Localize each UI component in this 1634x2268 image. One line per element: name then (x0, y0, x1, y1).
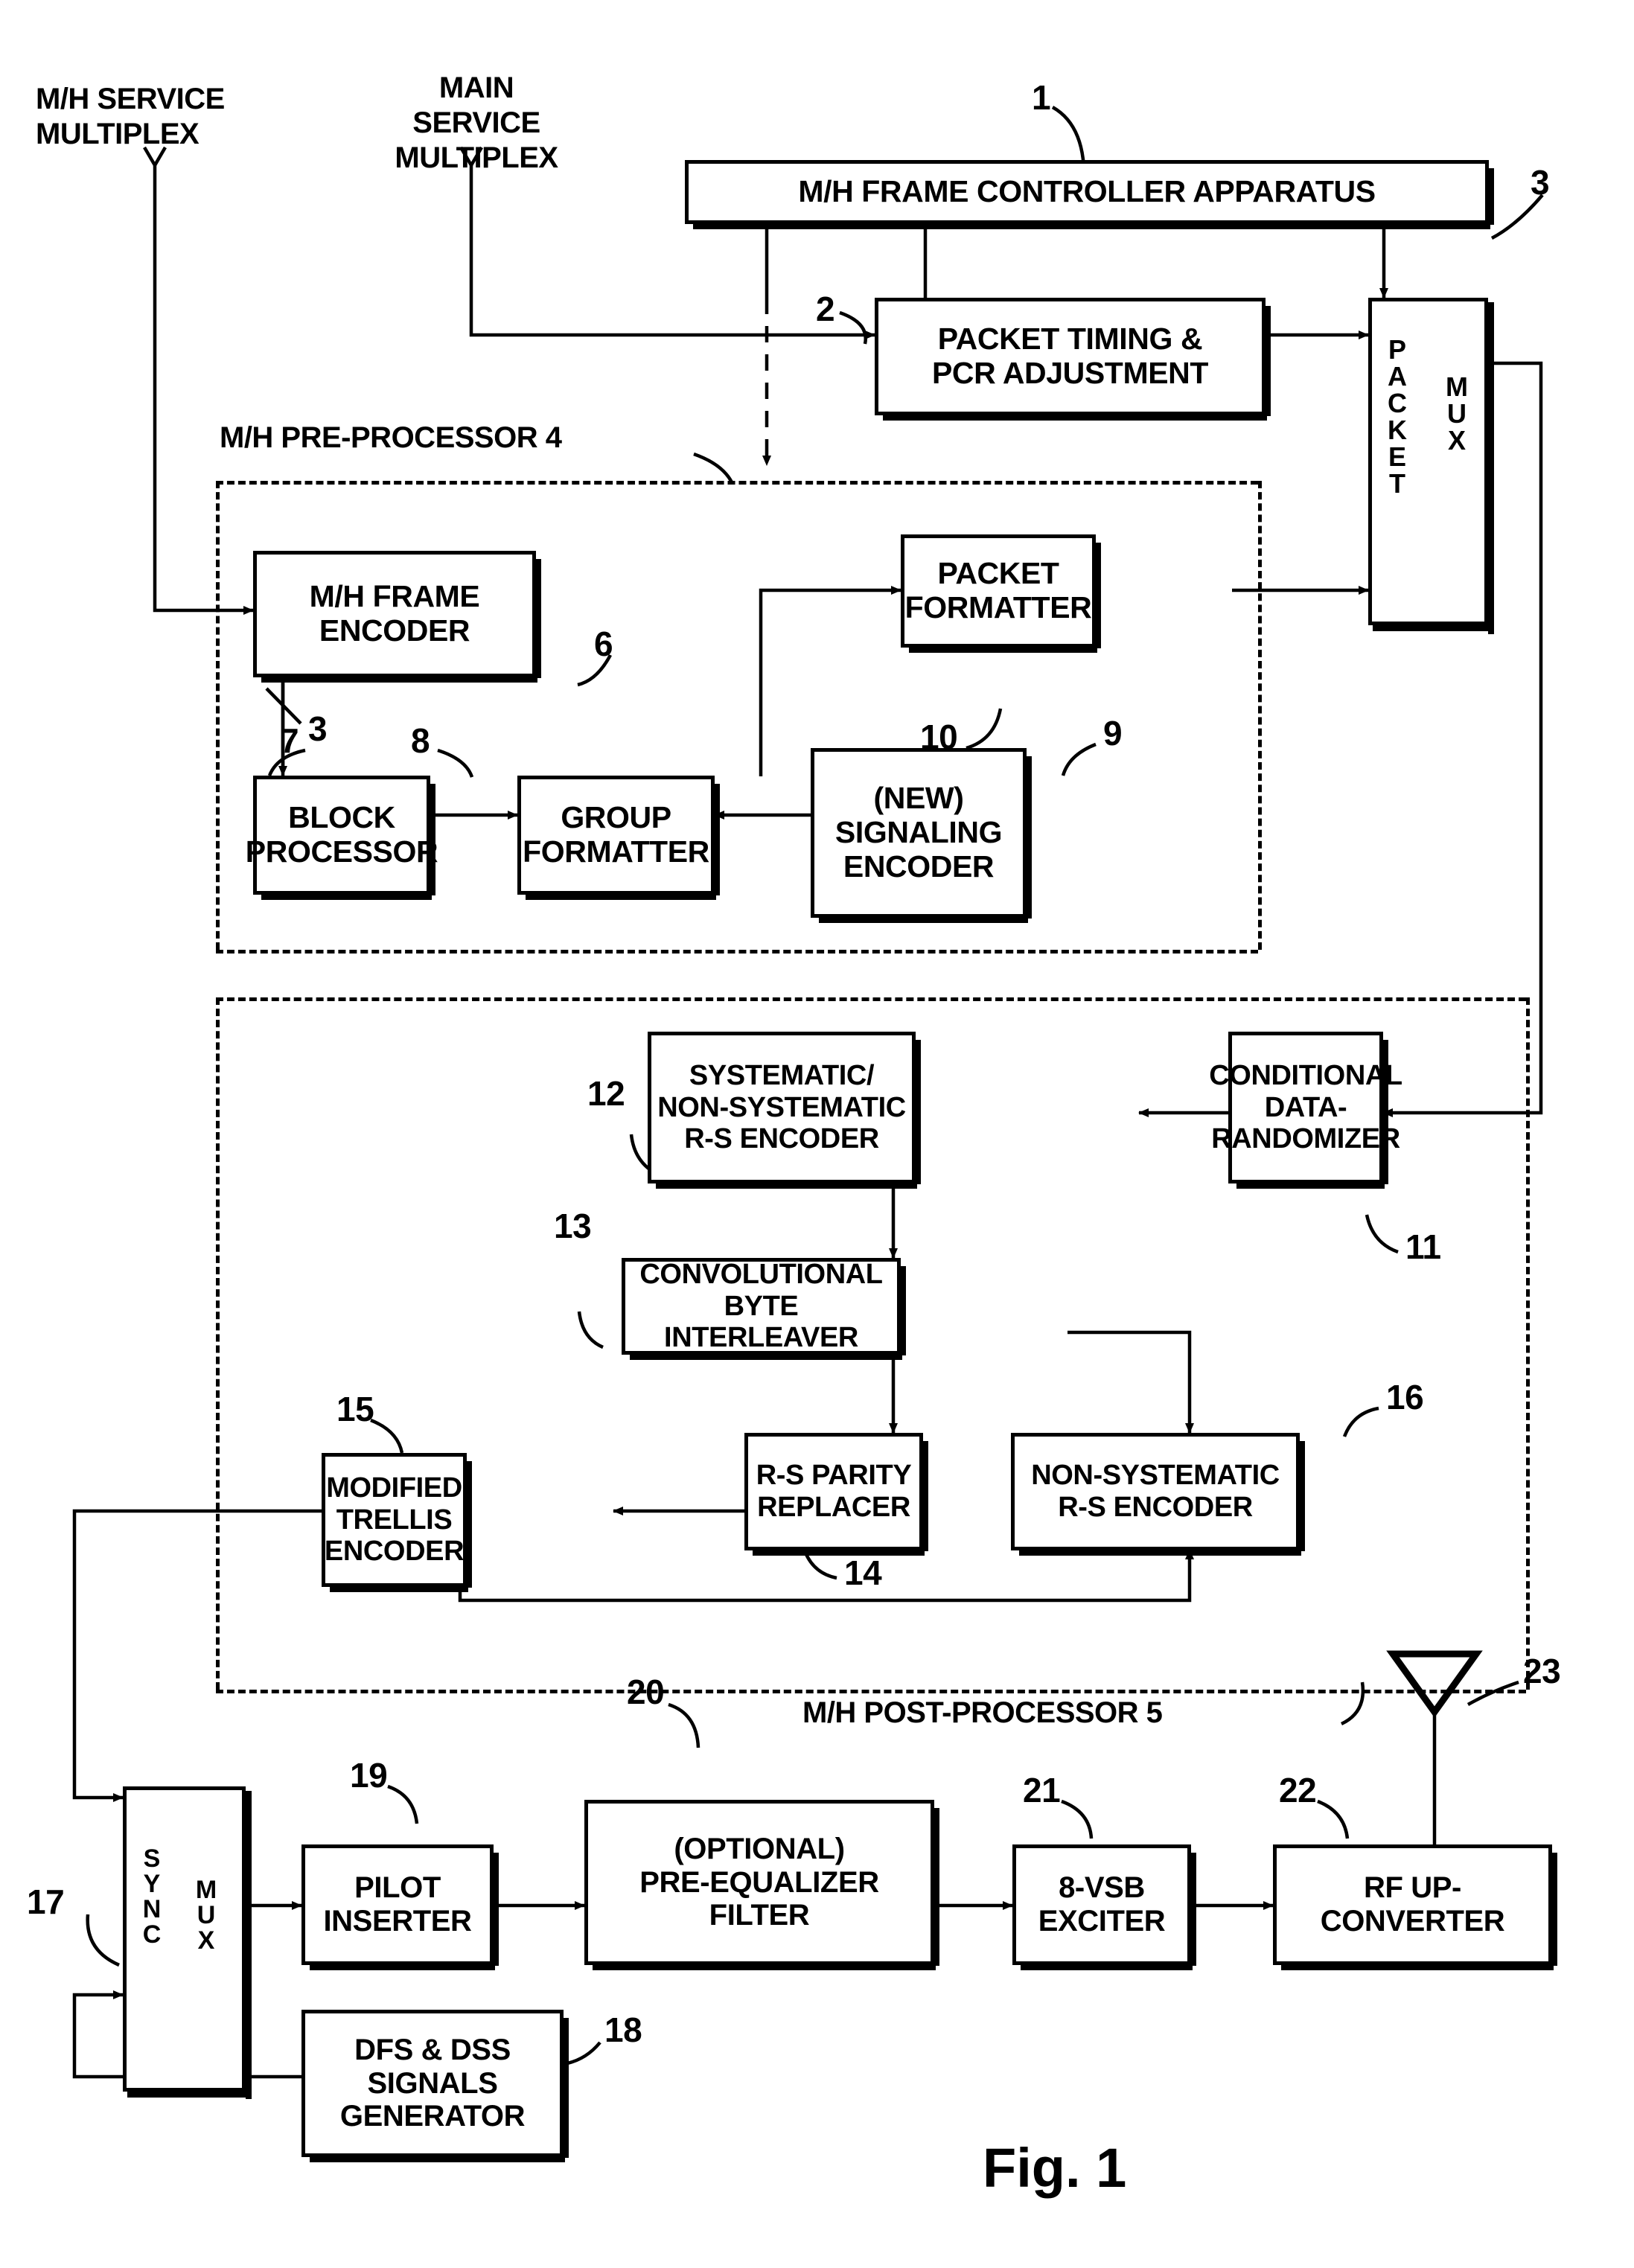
letter: M (195, 1876, 217, 1904)
ref-numeral-23: 23 (1523, 1652, 1561, 1690)
block-label: NON-SYSTEMATIC R-S ENCODER (1031, 1460, 1280, 1523)
block-label: PILOT INSERTER (323, 1871, 472, 1938)
letter: U (1447, 398, 1467, 429)
ref-numeral-19: 19 (350, 1756, 388, 1795)
ref-numeral-11: 11 (1405, 1227, 1441, 1266)
post-processor-boundary-top (216, 997, 1526, 1001)
pre-processor-boundary-left (216, 481, 220, 950)
letter: P (1388, 334, 1406, 365)
block-label: CONDITIONAL DATA- RANDOMIZER (1209, 1060, 1402, 1155)
block-label: (NEW) SIGNALING ENCODER (834, 781, 1003, 884)
block-systematic-non-systematic-rs-encoder[interactable]: SYSTEMATIC/ NON-SYSTEMATIC R-S ENCODER (648, 1032, 921, 1189)
sync-mux-label-right: M U X (188, 1877, 224, 1953)
letter: C (1388, 388, 1407, 418)
ref-numeral-17: 17 (27, 1882, 65, 1921)
ref-numeral-20: 20 (627, 1673, 665, 1711)
block-label: M/H FRAME ENCODER (309, 579, 480, 648)
post-processor-boundary-left (216, 997, 220, 1690)
packet-mux-shadow-bottom (1373, 625, 1494, 631)
block-label: PACKET FORMATTER (904, 556, 1092, 625)
letter: S (143, 1844, 161, 1873)
block-label: R-S PARITY REPLACER (756, 1460, 912, 1523)
block-mh-frame-controller-apparatus[interactable]: M/H FRAME CONTROLLER APPARATUS (685, 160, 1494, 229)
block-modified-trellis-encoder[interactable]: MODIFIED TRELLIS ENCODER (322, 1453, 472, 1592)
antenna-symbol (1386, 1650, 1483, 1718)
block-group-formatter[interactable]: GROUP FORMATTER (517, 776, 720, 900)
block-packet-timing-pcr-adjustment[interactable]: PACKET TIMING & PCR ADJUSTMENT (875, 298, 1271, 421)
block-block-processor[interactable]: BLOCK PROCESSOR (246, 776, 438, 900)
main-service-multiplex-label: MAIN SERVICE MULTIPLEX (395, 71, 558, 175)
letter: X (1447, 425, 1466, 456)
ref-numeral-3-frame-encoder-bus: 3 (308, 709, 328, 748)
block-label: RF UP- CONVERTER (1320, 1871, 1505, 1938)
packet-mux-label-right: M U X (1438, 374, 1475, 454)
ref-numeral-1: 1 (1032, 78, 1051, 117)
ref-numeral-12: 12 (587, 1074, 625, 1113)
block-label: (OPTIONAL) PRE-EQUALIZER FILTER (639, 1832, 879, 1932)
packet-mux-label-left: P A C K E T (1379, 336, 1416, 497)
letter: X (197, 1926, 215, 1955)
ref-numeral-6: 6 (594, 625, 613, 663)
block-pilot-inserter[interactable]: PILOT INSERTER (301, 1844, 499, 1970)
pre-processor-boundary-right (1258, 481, 1262, 950)
sync-mux-shadow-bottom (127, 2092, 252, 2098)
ref-numeral-15: 15 (336, 1390, 374, 1428)
ref-numeral-18: 18 (604, 2010, 642, 2049)
sync-mux-label-left: S Y N C (134, 1846, 170, 1947)
ref-numeral-22: 22 (1279, 1771, 1317, 1809)
pre-processor-group-label: M/H PRE-PROCESSOR 4 (220, 421, 562, 454)
block-label: M/H FRAME CONTROLLER APPARATUS (798, 174, 1376, 209)
block-label: MODIFIED TRELLIS ENCODER (324, 1472, 465, 1568)
pre-processor-boundary-bottom (216, 950, 1258, 953)
block-convolutional-byte-interleaver[interactable]: CONVOLUTIONAL BYTE INTERLEAVER (622, 1258, 906, 1360)
block-mh-frame-encoder[interactable]: M/H FRAME ENCODER (253, 551, 541, 683)
ref-numeral-13: 13 (554, 1207, 592, 1245)
block-optional-pre-equalizer-filter[interactable]: (OPTIONAL) PRE-EQUALIZER FILTER (584, 1800, 939, 1970)
block-label: SYSTEMATIC/ NON-SYSTEMATIC R-S ENCODER (657, 1060, 906, 1155)
ref-numeral-3-packet-mux: 3 (1531, 163, 1550, 202)
ref-numeral-2: 2 (816, 290, 835, 328)
block-dfs-dss-signals-generator[interactable]: DFS & DSS SIGNALS GENERATOR (301, 2010, 569, 2162)
letter: K (1388, 415, 1407, 445)
ref-numeral-9: 9 (1103, 714, 1123, 753)
letter: C (142, 1920, 162, 1949)
packet-mux-shadow-right (1488, 302, 1494, 634)
block-label: GROUP FORMATTER (523, 800, 709, 869)
mh-service-multiplex-label: M/H SERVICE MULTIPLEX (36, 83, 225, 151)
pre-processor-boundary-top (216, 481, 1258, 485)
post-processor-boundary-bottom (216, 1690, 1526, 1693)
letter: A (1388, 361, 1407, 392)
letter: T (1389, 468, 1405, 499)
block-label: 8-VSB EXCITER (1038, 1871, 1166, 1938)
post-processor-boundary-right (1526, 997, 1530, 1690)
ref-numeral-7: 7 (280, 721, 299, 760)
block-label: BLOCK PROCESSOR (245, 800, 438, 869)
letter: E (1388, 441, 1406, 472)
figure-caption: Fig. 1 (983, 2137, 1127, 2199)
sync-mux-shadow-right (246, 1791, 252, 2099)
block-new-signaling-encoder[interactable]: (NEW) SIGNALING ENCODER (811, 748, 1032, 923)
block-non-systematic-rs-encoder[interactable]: NON-SYSTEMATIC R-S ENCODER (1011, 1433, 1305, 1556)
block-label: CONVOLUTIONAL BYTE INTERLEAVER (639, 1259, 883, 1354)
ref-numeral-21: 21 (1023, 1771, 1061, 1809)
ref-numeral-16: 16 (1386, 1378, 1424, 1416)
block-label: PACKET TIMING & PCR ADJUSTMENT (931, 322, 1208, 390)
block-label: DFS & DSS SIGNALS GENERATOR (339, 2033, 526, 2133)
block-8vsb-exciter[interactable]: 8-VSB EXCITER (1012, 1844, 1196, 1970)
letter: Y (143, 1870, 161, 1898)
letter: N (142, 1895, 162, 1923)
post-processor-group-label: M/H POST-PROCESSOR 5 (802, 1696, 1163, 1729)
ref-numeral-14: 14 (844, 1553, 882, 1592)
letter: U (197, 1901, 216, 1929)
block-conditional-data-randomizer[interactable]: CONDITIONAL DATA- RANDOMIZER (1209, 1032, 1402, 1189)
ref-numeral-8: 8 (411, 721, 430, 760)
ref-numeral-10: 10 (920, 718, 958, 756)
block-packet-formatter[interactable]: PACKET FORMATTER (901, 534, 1101, 653)
letter: M (1446, 371, 1468, 402)
block-rf-up-converter[interactable]: RF UP- CONVERTER (1273, 1844, 1557, 1970)
block-rs-parity-replacer[interactable]: R-S PARITY REPLACER (744, 1433, 928, 1556)
patent-figure-page: M/H SERVICE MULTIPLEX MAIN SERVICE MULTI… (0, 0, 1634, 2268)
